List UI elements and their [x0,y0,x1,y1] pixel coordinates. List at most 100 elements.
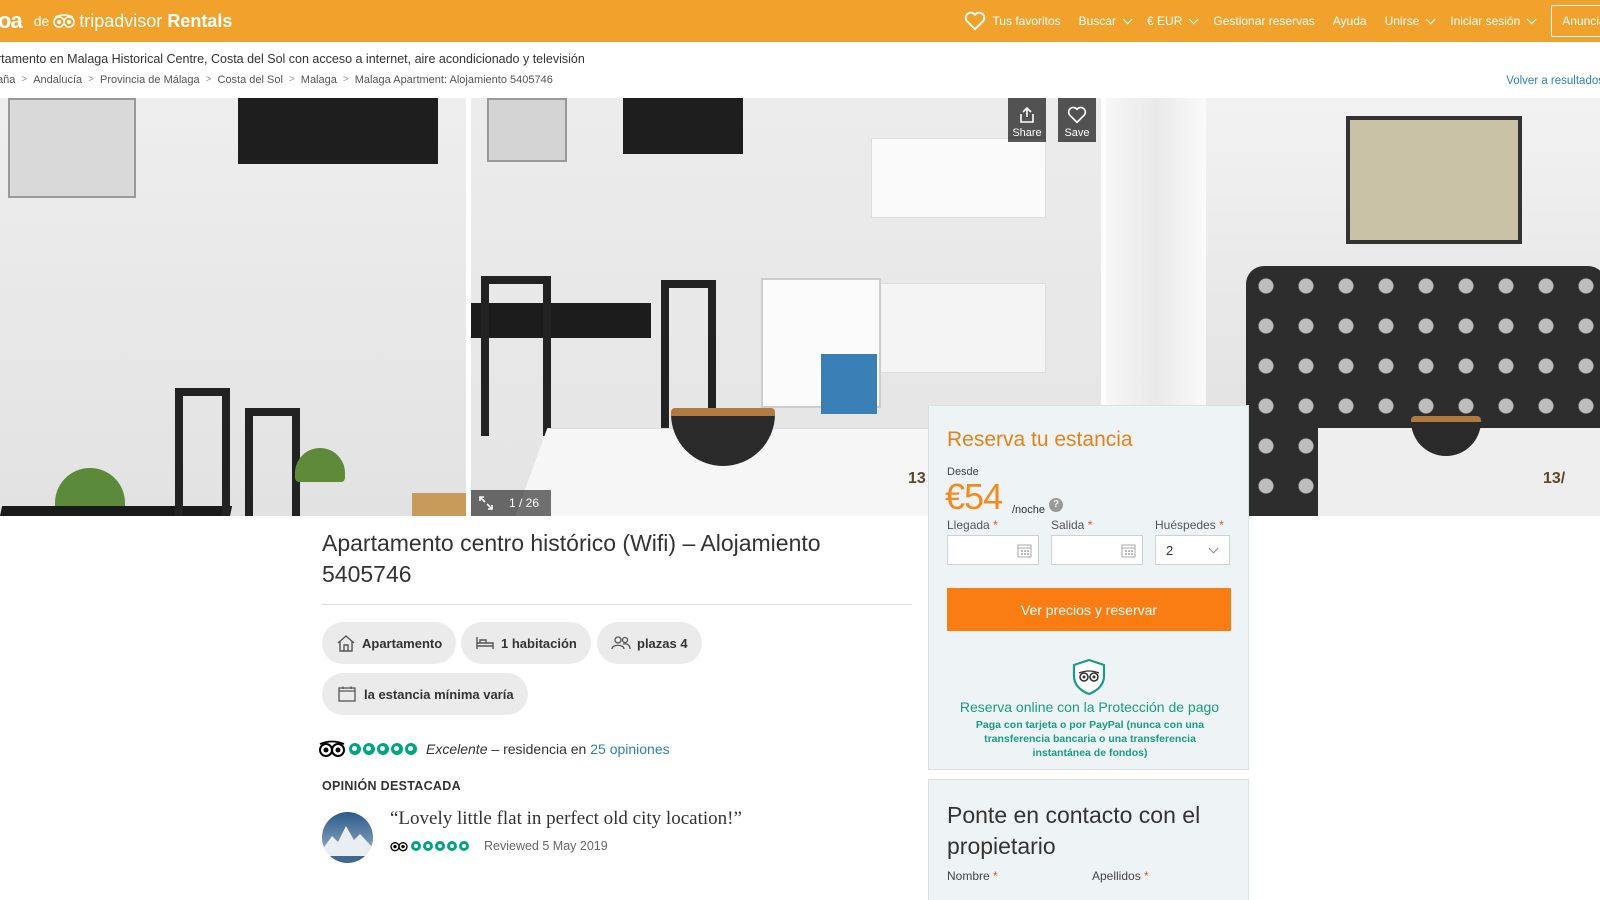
nav-join-label: Unirse [1384,14,1420,28]
required-mark: * [993,869,998,883]
property-type-label: Apartamento [362,635,443,651]
guests-value: 2 [1166,543,1174,558]
logo-brand-name: tripadvisor [79,10,163,31]
avatar[interactable] [322,812,373,863]
advertise-button[interactable]: Anuncia tu [1551,5,1600,37]
payment-protection-text: Paga con tarjeta o por PayPal (nunca con… [975,719,1205,759]
booking-title: Reserva tu estancia [947,428,1133,451]
wall-art [487,98,567,162]
breadcrumb-item[interactable]: aña [0,74,15,86]
tripadvisor-owl-icon [390,842,408,852]
departure-date-input[interactable] [1051,535,1143,565]
nav-manage[interactable]: Gestionar reservas [1213,14,1314,28]
help-icon[interactable]: ? [1049,498,1063,512]
owl-icon [53,14,76,28]
rating-bubble [363,743,375,755]
featured-review-quote[interactable]: “Lovely little flat in perfect old city … [390,808,742,830]
nav-favorites-label: Tus favoritos [992,14,1061,28]
gallery-photo[interactable] [0,98,466,516]
house-icon [337,635,355,652]
photo-counter[interactable]: 1 / 26 [471,490,551,516]
logo-fragment: oa [0,8,23,33]
contact-owner-card: Ponte en contacto con el propietario Nom… [928,779,1249,900]
reviews-link[interactable]: 25 opiniones [590,741,669,757]
share-icon [1020,106,1034,123]
nav-currency[interactable]: € EUR [1147,13,1199,28]
rating-text: residencia en [503,741,587,757]
nav-favorites[interactable]: Tus favoritos [964,11,1061,31]
tripadvisor-owl-icon [319,740,345,757]
chevron-down-icon [1208,543,1219,554]
rating-bubble [459,841,469,851]
save-button[interactable]: Save [1058,98,1096,142]
guests-select[interactable]: 2 [1155,535,1230,565]
plant [295,448,345,482]
breadcrumb: aña > Andalucía > Provincia de Málaga > Cos… [0,74,559,86]
rating-bubble [391,743,403,755]
chevron-down-icon [1526,13,1537,24]
tv [623,98,743,154]
departure-label-text: Salida [1051,518,1085,532]
top-nav: Tus favoritos Buscar € EUR Gestionar res… [946,0,1600,42]
arrival-label: Llegada * [947,518,998,532]
nav-help-label: Ayuda [1332,14,1367,28]
review-bubbles [411,841,471,851]
rating-bubble [447,841,457,851]
rating-summary: Excelente – residencia en 25 opiniones [318,740,670,758]
nav-search[interactable]: Buscar [1079,13,1133,28]
kitchen-cabinets-low [871,283,1046,373]
breadcrumb-item[interactable]: Andalucía [33,74,82,86]
price-value: €54 [945,476,1003,517]
breadcrumb-item[interactable]: Costa del Sol [218,74,283,86]
nav-help[interactable]: Ayuda [1333,14,1367,28]
nav-login[interactable]: Iniciar sesión [1450,13,1537,28]
check-prices-button[interactable]: Ver precios y reservar [947,588,1231,631]
breadcrumb-separator: > [205,74,212,85]
heart-icon [1067,106,1087,124]
people-icon [611,636,631,650]
rating-bubbles [349,743,419,755]
share-button[interactable]: Share [1008,98,1046,142]
rating-bubble [405,743,417,755]
photo-counter-label: 1 / 26 [509,496,540,510]
photo-index-fragment: 13/ [1543,470,1566,487]
nav-login-label: Iniciar sesión [1450,14,1521,28]
heart-icon [965,11,986,31]
bed-icon [476,637,494,649]
rating-dash: – [491,741,500,757]
rating-label: Excelente [426,741,488,757]
guests-label: Huéspedes * [1155,518,1224,532]
divider [322,604,912,605]
logo[interactable]: oa de tripadvisor Rentals [0,8,232,33]
wine-rack [821,354,877,414]
arrival-date-input[interactable] [947,535,1039,565]
breadcrumb-separator: > [342,74,349,85]
logo-de: de [33,13,50,29]
wall-art [8,98,136,198]
required-mark: * [1144,869,1149,883]
capacity-chip: plazas 4 [597,622,702,664]
review-date: Reviewed 5 May 2019 [484,839,608,853]
nav-currency-label: € EUR [1147,14,1183,28]
breadcrumb-separator: > [21,74,28,85]
breadcrumb-separator: > [288,74,295,85]
payment-protection-shield-icon [1072,658,1106,696]
save-label: Save [1064,127,1090,139]
featured-review-meta: Reviewed 5 May 2019 [389,839,608,853]
breadcrumb-item[interactable]: Provincia de Málaga [100,74,200,86]
counter-top [412,493,466,516]
rating-bubble [423,841,433,851]
advertise-label: Anuncia tu [1562,14,1600,28]
departure-label: Salida * [1051,518,1092,532]
min-stay-label: la estancia mínima varía [364,686,514,702]
back-to-results-link[interactable]: Volver a resultados [1506,75,1600,87]
wall-map [1346,116,1522,244]
chevron-down-icon [1122,13,1133,24]
min-stay-chip: la estancia mínima varía [322,673,528,715]
photo-index-fragment: 13 [908,470,926,487]
contact-title: Ponte en contacto con el propietario [947,802,1201,859]
breadcrumb-item[interactable]: Malaga [301,74,337,86]
chair [175,388,230,516]
nav-join[interactable]: Unirse [1384,13,1436,28]
kitchen-cabinets [871,138,1046,218]
